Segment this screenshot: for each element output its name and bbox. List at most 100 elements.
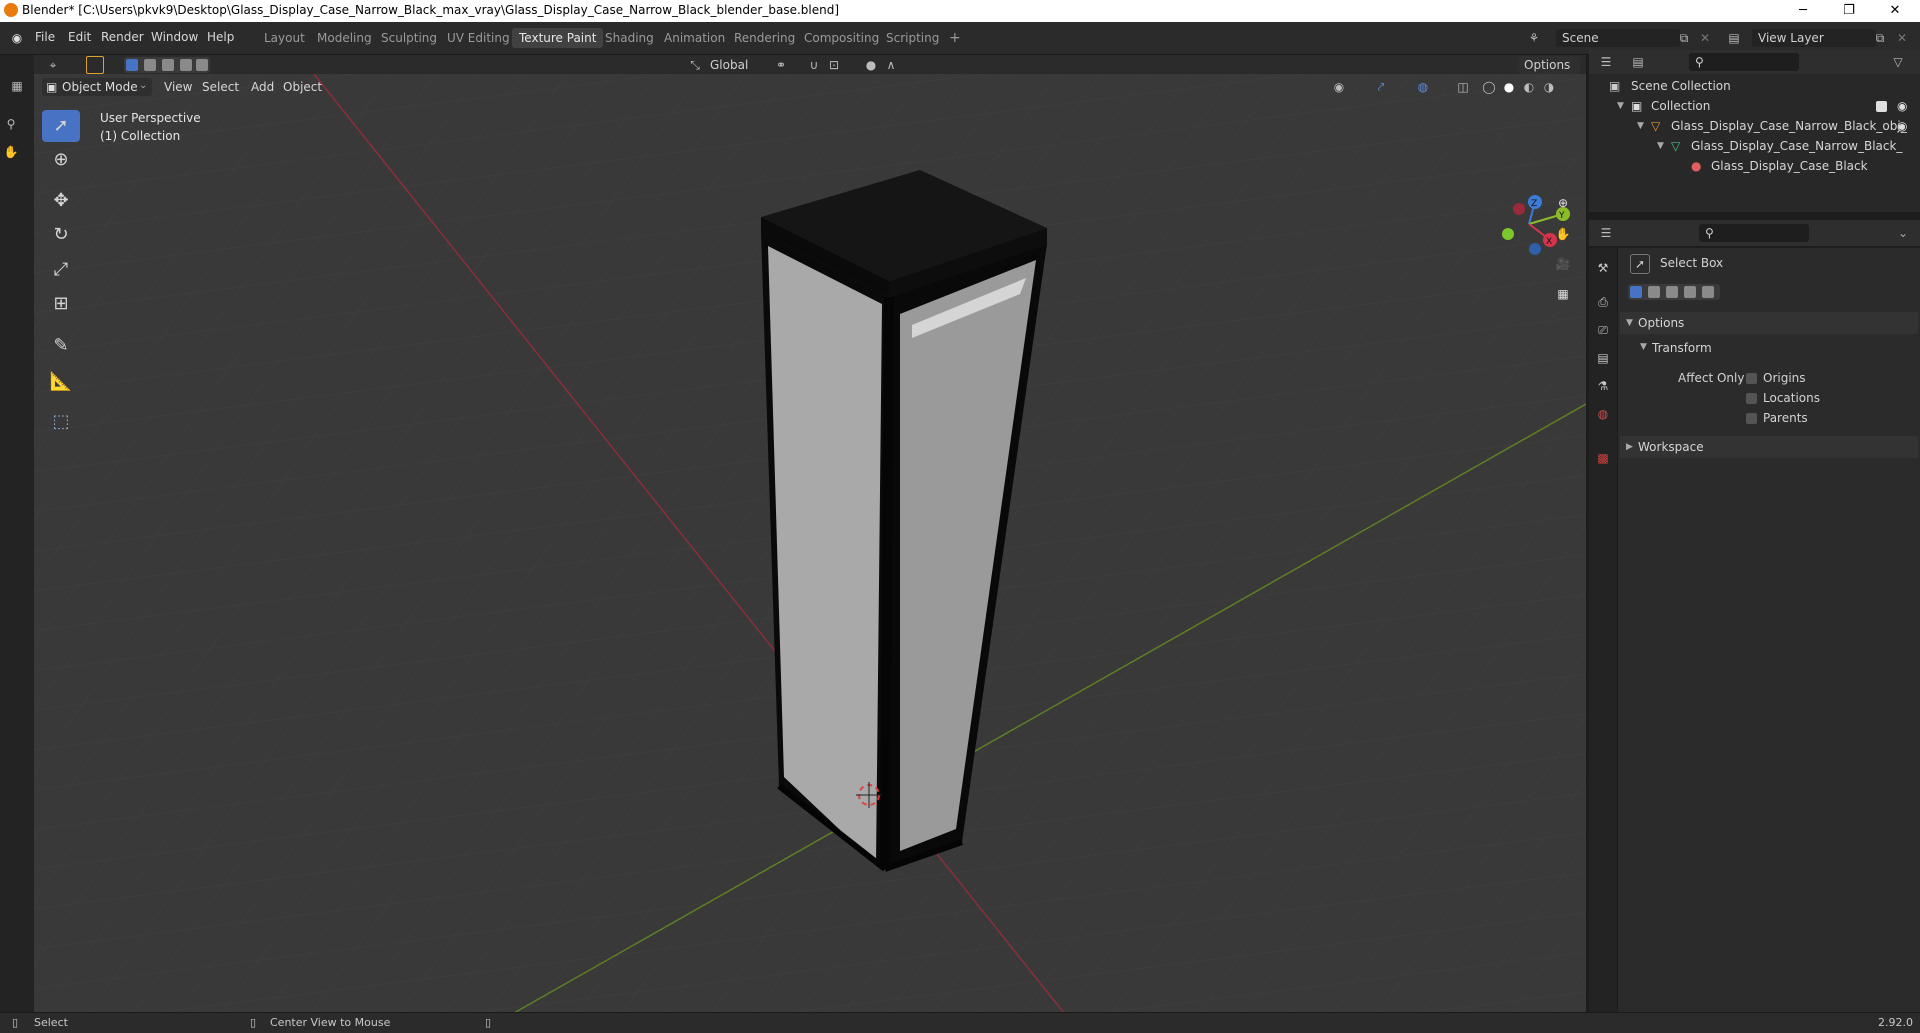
outliner-item-collection[interactable]: ▼ ▣ Collection ◉ (1589, 96, 1920, 116)
gizmo-toggle-icon[interactable]: ⤤ (1372, 78, 1390, 96)
tab-compositing[interactable]: Compositing (797, 28, 886, 48)
tab-texture-paint[interactable]: Texture Paint (512, 28, 604, 48)
mode-dropdown[interactable]: ▣ Object Mode ⌄ (42, 78, 152, 96)
snap-icon[interactable]: ∪ (805, 56, 823, 74)
menu-render[interactable]: Render (101, 30, 144, 44)
render-tab-icon[interactable]: ⎙ (1593, 292, 1613, 312)
delete-scene-icon[interactable]: ✕ (1696, 29, 1714, 47)
3d-viewport[interactable]: Z Y X ▣ Object Mode ⌄ View Select Add Ob… (34, 74, 1586, 1013)
new-scene-icon[interactable]: ⧉ (1675, 29, 1693, 47)
transform-subpanel-label[interactable]: Transform (1652, 341, 1712, 355)
tab-shading[interactable]: Shading (598, 28, 661, 48)
workspace-panel-header[interactable]: ▶ Workspace (1620, 436, 1918, 458)
proportional-editing-icon[interactable]: ● (862, 56, 880, 74)
active-tool-icon[interactable] (86, 56, 104, 74)
options-panel-header[interactable]: ▼ Options (1620, 312, 1918, 334)
select-mode-subtract-icon[interactable] (162, 59, 174, 71)
mode-extend-icon[interactable] (1648, 286, 1660, 298)
outliner-item-object[interactable]: ▼ ▽ Glass_Display_Case_Narrow_Black_obj_… (1589, 116, 1920, 136)
solid-shading-icon[interactable]: ● (1500, 78, 1518, 96)
new-view-layer-icon[interactable]: ⧉ (1871, 29, 1889, 47)
move-tool-icon[interactable]: ✥ (42, 185, 80, 217)
add-workspace-button[interactable]: + (942, 28, 968, 48)
tool-tab-icon[interactable]: ⚒ (1593, 258, 1613, 278)
select-mode-extend-icon[interactable] (144, 59, 156, 71)
scene-tab-icon[interactable]: ⚗ (1593, 376, 1613, 396)
annotate-tool-icon[interactable]: ✎ (42, 330, 80, 362)
output-tab-icon[interactable]: ⎚ (1593, 320, 1613, 340)
eye-icon[interactable]: ◉ (1897, 116, 1907, 136)
material-shading-icon[interactable]: ◐ (1520, 78, 1538, 96)
orientation-dropdown[interactable]: Global (704, 56, 762, 74)
menu-help[interactable]: Help (207, 30, 234, 44)
outliner-scene-collection[interactable]: ▣ Scene Collection (1589, 76, 1920, 96)
view-layer-tab-icon[interactable]: ▤ (1593, 348, 1613, 368)
close-button[interactable]: ✕ (1872, 0, 1918, 22)
select-box-tool[interactable]: ➚ (42, 110, 80, 142)
tab-uv-editing[interactable]: UV Editing (440, 28, 517, 48)
properties-editor-type-icon[interactable]: ☰ (1597, 224, 1615, 242)
overlay-toggle-icon[interactable]: ◍ (1414, 78, 1432, 96)
camera-view-icon[interactable]: 🎥 (1554, 255, 1572, 273)
snap-target-icon[interactable]: ⊡ (825, 56, 843, 74)
transform-orientation-icon[interactable]: ⤡ (686, 56, 704, 74)
transform-tool-icon[interactable]: ⊞ (42, 288, 80, 320)
select-mode-set-icon[interactable] (126, 59, 138, 71)
filter-icon[interactable]: ▽ (1889, 53, 1907, 71)
blender-menu-icon[interactable]: ◉ (8, 29, 26, 47)
view-layer-field[interactable]: View Layer (1752, 29, 1876, 47)
parents-checkbox[interactable] (1746, 413, 1757, 424)
menu-window[interactable]: Window (151, 30, 198, 44)
outliner-search-input[interactable]: ⚲ (1689, 53, 1799, 71)
options-dropdown[interactable]: Options (1518, 56, 1580, 74)
pan-view-icon[interactable]: ✋ (1554, 225, 1572, 243)
select-mode-intersect-icon[interactable] (196, 59, 208, 71)
texture-tab-icon[interactable]: ▩ (1593, 448, 1613, 468)
restore-button[interactable]: ❐ (1826, 0, 1872, 22)
scene-selector-icon[interactable]: ⚘ (1525, 29, 1543, 47)
collection-checkbox[interactable] (1876, 101, 1887, 112)
menu-file[interactable]: File (35, 30, 55, 44)
measure-tool-icon[interactable]: 📐 (42, 366, 80, 398)
minimize-button[interactable]: ─ (1780, 0, 1826, 22)
editor-type-icon-2[interactable]: ▦ (8, 77, 26, 95)
viewport-menu-view[interactable]: View (164, 80, 192, 94)
eye-icon[interactable]: ◉ (1897, 96, 1907, 116)
mode-intersect-icon[interactable] (1702, 286, 1714, 298)
delete-view-layer-icon[interactable]: ✕ (1893, 29, 1911, 47)
select-mode-invert-icon[interactable] (180, 59, 192, 71)
tool-dropdown-icon[interactable]: ⌖ (44, 56, 62, 74)
zoom-view-icon[interactable]: ⊕ (1554, 194, 1572, 212)
rendered-shading-icon[interactable]: ◑ (1540, 78, 1558, 96)
chevron-down-icon[interactable]: ⌄ (1894, 224, 1912, 242)
visibility-icon[interactable]: ◉ (1330, 78, 1348, 96)
viewport-canvas[interactable]: Z Y X (34, 74, 1586, 1013)
tab-modeling[interactable]: Modeling (310, 28, 379, 48)
outliner-item-mesh[interactable]: ▼ ▽ Glass_Display_Case_Narrow_Black_ (1589, 136, 1920, 156)
tab-rendering[interactable]: Rendering (727, 28, 802, 48)
mode-set-icon[interactable] (1630, 286, 1642, 298)
tab-layout[interactable]: Layout (257, 28, 312, 48)
scene-name-field[interactable]: Scene (1556, 29, 1680, 47)
display-mode-icon[interactable]: ▤ (1629, 53, 1647, 71)
viewport-menu-add[interactable]: Add (251, 80, 274, 94)
origins-checkbox[interactable] (1746, 373, 1757, 384)
rotate-tool-icon[interactable]: ↻ (42, 219, 80, 251)
perspective-toggle-icon[interactable]: ▦ (1554, 285, 1572, 303)
wireframe-shading-icon[interactable]: ◯ (1480, 78, 1498, 96)
viewport-menu-select[interactable]: Select (202, 80, 239, 94)
viewport-menu-object[interactable]: Object (283, 80, 322, 94)
pivot-point-icon[interactable]: ⚭ (772, 56, 790, 74)
menu-edit[interactable]: Edit (68, 30, 91, 44)
add-cube-tool-icon[interactable]: ⬚ (42, 406, 80, 438)
properties-search-input[interactable]: ⚲ (1699, 224, 1809, 242)
world-tab-icon[interactable]: ◍ (1593, 404, 1613, 424)
tab-animation[interactable]: Animation (657, 28, 732, 48)
locations-checkbox[interactable] (1746, 393, 1757, 404)
tab-sculpting[interactable]: Sculpting (374, 28, 444, 48)
view-layer-icon[interactable]: ▤ (1725, 29, 1743, 47)
scale-tool-icon[interactable]: ⤢ (42, 254, 80, 286)
xray-toggle-icon[interactable]: ◫ (1454, 78, 1472, 96)
hand-pan-icon[interactable]: ✋ (2, 143, 20, 161)
proportional-falloff-icon[interactable]: ∧ (882, 56, 900, 74)
